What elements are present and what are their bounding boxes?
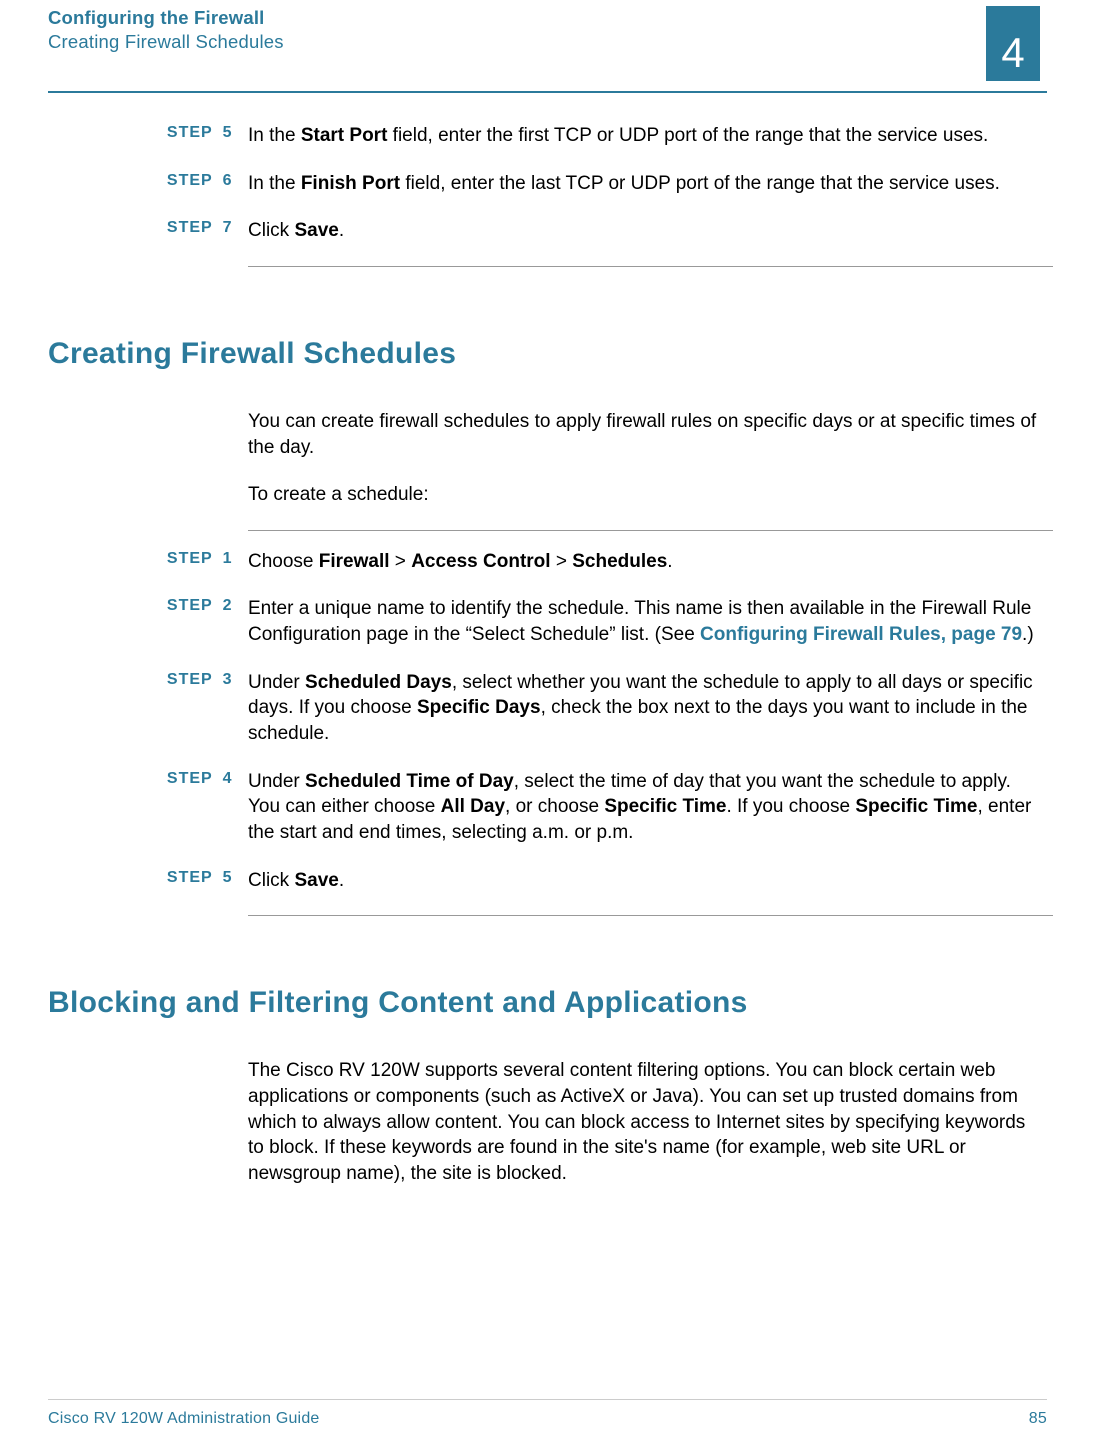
step-number: 5 (223, 869, 232, 886)
section-end-rule (248, 266, 1053, 267)
step-text: Choose (248, 551, 319, 572)
step-text: . (339, 220, 344, 241)
step-row: STEP 3 Under Scheduled Days, select whet… (48, 670, 1047, 747)
step-number: 2 (223, 597, 232, 614)
step-bold: Schedules (572, 551, 667, 572)
body-paragraph: You can create firewall schedules to app… (248, 409, 1047, 460)
step-text: > (551, 551, 573, 572)
step-text: field, enter the last TCP or UDP port of… (400, 173, 1000, 194)
footer-guide-title: Cisco RV 120W Administration Guide (48, 1410, 320, 1428)
step-bold: Specific Days (417, 697, 541, 718)
header-text-block: Configuring the Firewall Creating Firewa… (48, 6, 284, 54)
step-label: STEP 7 (48, 218, 248, 237)
step-label: STEP 1 (48, 549, 248, 568)
step-bold: Specific Time (604, 796, 726, 817)
step-word: STEP (167, 671, 213, 688)
step-body: Under Scheduled Time of Day, select the … (248, 769, 1047, 846)
step-word: STEP (167, 219, 213, 236)
page-footer: Cisco RV 120W Administration Guide 85 (48, 1399, 1047, 1428)
step-body: In the Start Port field, enter the first… (248, 123, 1047, 149)
step-row: STEP 4 Under Scheduled Time of Day, sele… (48, 769, 1047, 846)
chapter-number-badge: 4 (986, 6, 1040, 81)
step-text: , or choose (505, 796, 604, 817)
step-bold: Scheduled Time of Day (305, 771, 514, 792)
step-label: STEP 2 (48, 596, 248, 615)
section-end-rule (248, 915, 1053, 916)
step-bold: Specific Time (855, 796, 977, 817)
step-text: . (667, 551, 672, 572)
header-section-title: Creating Firewall Schedules (48, 30, 284, 54)
step-bold: Finish Port (301, 173, 400, 194)
step-bold: All Day (441, 796, 505, 817)
page-header: Configuring the Firewall Creating Firewa… (48, 0, 1047, 81)
step-text: > (390, 551, 412, 572)
steps-start-rule (248, 530, 1053, 531)
step-bold: Firewall (319, 551, 390, 572)
step-text: .) (1022, 624, 1034, 645)
step-label: STEP 5 (48, 868, 248, 887)
body-paragraph: The Cisco RV 120W supports several conte… (248, 1058, 1047, 1186)
step-bold: Access Control (411, 551, 550, 572)
cross-reference-link[interactable]: Configuring Firewall Rules, page 79 (700, 624, 1022, 645)
step-body: Click Save. (248, 868, 1047, 894)
step-row: STEP 5 Click Save. (48, 868, 1047, 894)
step-number: 5 (223, 124, 232, 141)
step-label: STEP 6 (48, 171, 248, 190)
step-bold: Scheduled Days (305, 672, 452, 693)
step-text: In the (248, 173, 301, 194)
step-body: Click Save. (248, 218, 1047, 244)
step-word: STEP (167, 770, 213, 787)
step-word: STEP (167, 172, 213, 189)
step-body: Under Scheduled Days, select whether you… (248, 670, 1047, 747)
step-body: Choose Firewall > Access Control > Sched… (248, 549, 1047, 575)
step-row: STEP 5 In the Start Port field, enter th… (48, 123, 1047, 149)
step-text: . (339, 870, 344, 891)
step-bold: Save (294, 220, 338, 241)
footer-page-number: 85 (1029, 1410, 1047, 1428)
step-number: 3 (223, 671, 232, 688)
step-word: STEP (167, 597, 213, 614)
step-text: Click (248, 870, 294, 891)
step-row: STEP 1 Choose Firewall > Access Control … (48, 549, 1047, 575)
step-number: 4 (223, 770, 232, 787)
step-word: STEP (167, 869, 213, 886)
header-chapter-title: Configuring the Firewall (48, 6, 284, 30)
step-word: STEP (167, 124, 213, 141)
step-row: STEP 2 Enter a unique name to identify t… (48, 596, 1047, 647)
step-text: Under (248, 672, 305, 693)
step-label: STEP 3 (48, 670, 248, 689)
step-number: 1 (223, 550, 232, 567)
step-text: . If you choose (726, 796, 855, 817)
step-text: Click (248, 220, 294, 241)
step-row: STEP 6 In the Finish Port field, enter t… (48, 171, 1047, 197)
step-body: In the Finish Port field, enter the last… (248, 171, 1047, 197)
step-text: Under (248, 771, 305, 792)
step-bold: Save (294, 870, 338, 891)
section-heading: Creating Firewall Schedules (48, 337, 1047, 371)
step-label: STEP 4 (48, 769, 248, 788)
step-bold: Start Port (301, 125, 388, 146)
section-heading: Blocking and Filtering Content and Appli… (48, 986, 1047, 1020)
step-label: STEP 5 (48, 123, 248, 142)
step-text: field, enter the first TCP or UDP port o… (387, 125, 988, 146)
step-number: 7 (223, 219, 232, 236)
body-paragraph: To create a schedule: (248, 482, 1047, 508)
step-word: STEP (167, 550, 213, 567)
step-row: STEP 7 Click Save. (48, 218, 1047, 244)
step-number: 6 (223, 172, 232, 189)
step-text: In the (248, 125, 301, 146)
step-body: Enter a unique name to identify the sche… (248, 596, 1047, 647)
